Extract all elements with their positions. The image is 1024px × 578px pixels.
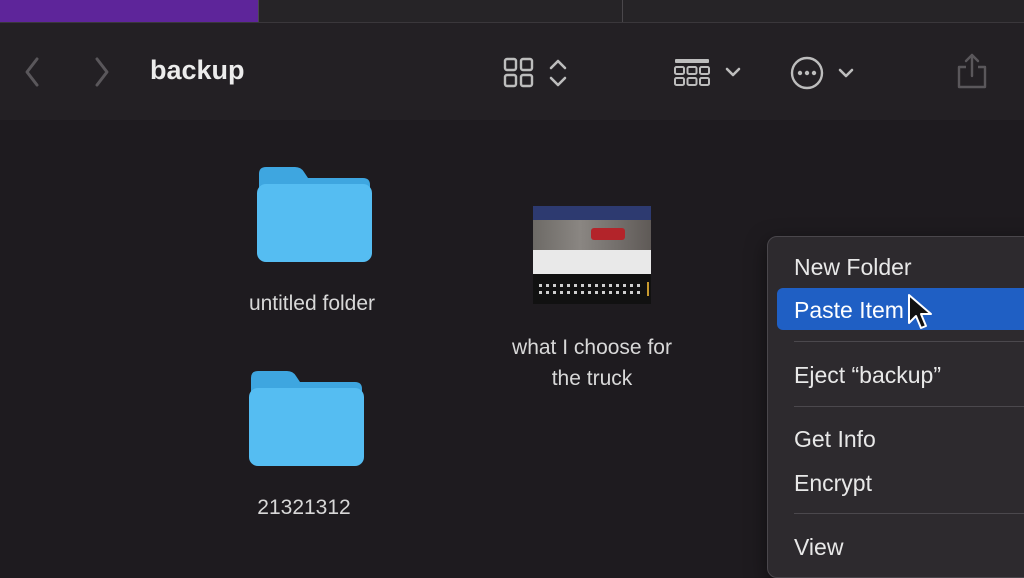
menu-separator (794, 513, 1024, 514)
menu-separator (794, 341, 1024, 342)
menu-item-view[interactable]: View (794, 534, 843, 561)
window-title: backup (150, 55, 245, 85)
strip-divider (622, 0, 623, 22)
image-name-line2[interactable]: the truck (470, 367, 714, 391)
menu-item-new-folder[interactable]: New Folder (794, 254, 912, 281)
share-icon[interactable] (955, 52, 989, 90)
image-thumbnail[interactable] (533, 206, 651, 304)
thumbnail-accent (647, 282, 649, 296)
purple-window-tab[interactable] (0, 0, 258, 22)
ellipsis-circle-icon[interactable] (789, 55, 861, 91)
thumbnail-red-truck (591, 228, 625, 240)
thumbnail-header (533, 206, 651, 220)
folder-icon[interactable] (255, 164, 373, 264)
image-name-line1[interactable]: what I choose for (470, 336, 714, 360)
thumbnail-text-row (539, 284, 643, 287)
folder-name-untitled-folder[interactable]: untitled folder (212, 292, 412, 316)
top-window-strip (0, 0, 1024, 23)
menu-item-encrypt[interactable]: Encrypt (794, 470, 872, 497)
menu-item-paste-item[interactable]: Paste Item (794, 297, 904, 324)
folder-icon[interactable] (247, 368, 365, 468)
grid-view-icon[interactable] (503, 57, 575, 89)
group-icon[interactable] (673, 57, 745, 89)
menu-item-eject[interactable]: Eject “backup” (794, 362, 941, 389)
strip-divider (258, 0, 259, 22)
mouse-cursor-icon (908, 294, 932, 329)
menu-separator (794, 406, 1024, 407)
thumbnail-text-area (533, 250, 651, 274)
folder-name-21321312[interactable]: 21321312 (204, 496, 404, 520)
back-chevron-left-icon[interactable] (20, 55, 44, 89)
thumbnail-text-row (539, 291, 643, 294)
thumbnail-dark-area (533, 274, 651, 304)
menu-item-get-info[interactable]: Get Info (794, 426, 876, 453)
forward-chevron-right-icon[interactable] (90, 55, 114, 89)
